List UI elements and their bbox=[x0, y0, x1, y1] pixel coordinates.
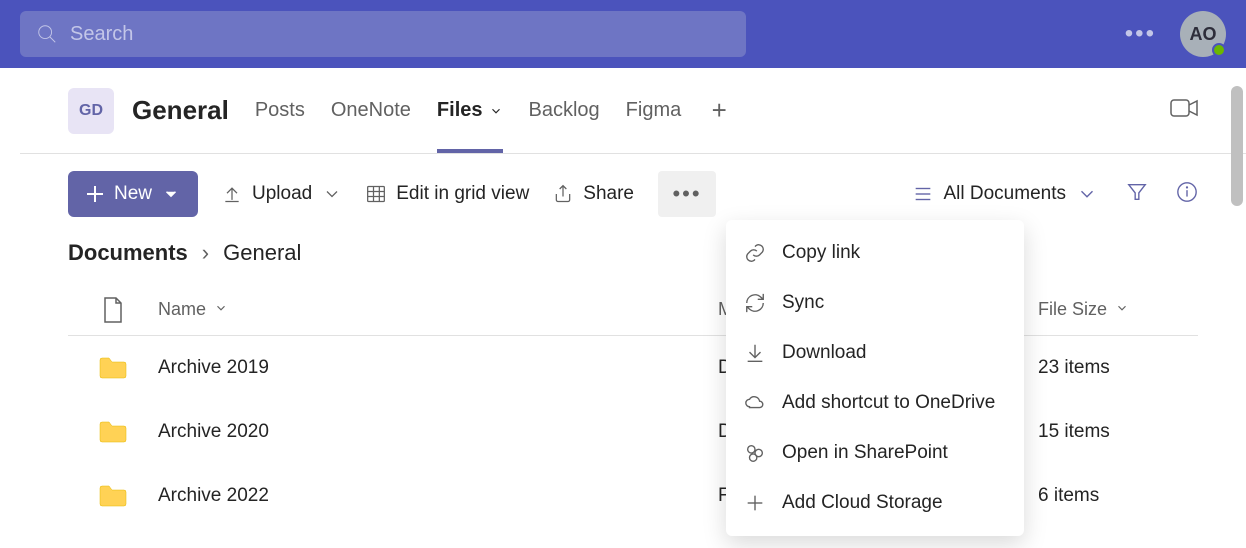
scrollbar[interactable] bbox=[1231, 86, 1243, 206]
menu-label: Download bbox=[782, 342, 867, 364]
tab-posts[interactable]: Posts bbox=[255, 68, 305, 153]
onedrive-icon bbox=[744, 392, 766, 414]
upload-button[interactable]: Upload bbox=[222, 183, 342, 205]
context-menu: Copy link Sync Download Add shortcut to … bbox=[726, 220, 1024, 536]
info-button[interactable] bbox=[1176, 181, 1198, 208]
info-icon bbox=[1176, 181, 1198, 203]
tab-onenote[interactable]: OneNote bbox=[331, 68, 411, 153]
new-button[interactable]: New bbox=[68, 171, 198, 217]
chevron-down-icon bbox=[489, 104, 503, 118]
edit-grid-button[interactable]: Edit in grid view bbox=[366, 183, 529, 205]
chevron-down-icon bbox=[322, 184, 342, 204]
grid-icon bbox=[366, 184, 386, 204]
filter-button[interactable] bbox=[1126, 181, 1148, 208]
column-size-label: File Size bbox=[1038, 299, 1107, 320]
tab-files[interactable]: Files bbox=[437, 68, 503, 153]
list-icon bbox=[912, 183, 934, 205]
search-input[interactable] bbox=[70, 23, 730, 46]
presence-available-icon bbox=[1212, 43, 1226, 57]
avatar[interactable]: AO bbox=[1180, 11, 1226, 57]
channel-icon: GD bbox=[68, 88, 114, 134]
share-label: Share bbox=[583, 183, 634, 205]
table-row[interactable]: Archive 2020 December 15 items bbox=[68, 400, 1198, 464]
more-actions-button[interactable]: ••• bbox=[658, 171, 716, 217]
view-label: All Documents bbox=[944, 183, 1067, 205]
download-icon bbox=[744, 342, 766, 364]
row-size: 23 items bbox=[1038, 357, 1198, 379]
plus-icon bbox=[744, 492, 766, 514]
menu-add-cloud[interactable]: Add Cloud Storage bbox=[726, 478, 1024, 528]
link-icon bbox=[744, 242, 766, 264]
column-name[interactable]: Name bbox=[158, 299, 718, 320]
upload-icon bbox=[222, 184, 242, 204]
row-size: 15 items bbox=[1038, 421, 1198, 443]
tab-files-label: Files bbox=[437, 99, 483, 122]
chevron-down-icon bbox=[1076, 183, 1098, 205]
menu-open-sharepoint[interactable]: Open in SharePoint bbox=[726, 428, 1024, 478]
add-tab-button[interactable]: + bbox=[707, 99, 731, 123]
upload-label: Upload bbox=[252, 183, 312, 205]
menu-sync[interactable]: Sync bbox=[726, 278, 1024, 328]
channel-header: GD General Posts OneNote Files Backlog F… bbox=[20, 68, 1246, 154]
row-name: Archive 2022 bbox=[158, 485, 718, 507]
table-header: Name Modified File Size bbox=[68, 284, 1198, 336]
column-name-label: Name bbox=[158, 299, 206, 320]
search-icon bbox=[36, 23, 58, 45]
plus-icon bbox=[86, 185, 104, 203]
video-icon bbox=[1170, 97, 1198, 119]
tab-figma[interactable]: Figma bbox=[626, 68, 682, 153]
channel-name: General bbox=[132, 95, 229, 126]
folder-icon bbox=[98, 484, 128, 508]
sync-icon bbox=[744, 292, 766, 314]
more-icon[interactable]: ••• bbox=[1125, 20, 1156, 48]
search-box[interactable] bbox=[20, 11, 746, 57]
avatar-initials: AO bbox=[1190, 24, 1217, 45]
breadcrumb-current: General bbox=[223, 240, 301, 266]
row-name: Archive 2019 bbox=[158, 357, 718, 379]
menu-label: Add Cloud Storage bbox=[782, 492, 943, 514]
tab-backlog[interactable]: Backlog bbox=[529, 68, 600, 153]
view-selector-button[interactable]: All Documents bbox=[912, 183, 1099, 205]
table-row[interactable]: Archive 2019 December 23 items bbox=[68, 336, 1198, 400]
menu-label: Open in SharePoint bbox=[782, 442, 948, 464]
new-label: New bbox=[114, 183, 152, 205]
breadcrumb: Documents › General bbox=[0, 228, 1246, 284]
menu-label: Copy link bbox=[782, 242, 860, 264]
meet-button[interactable] bbox=[1170, 97, 1198, 124]
edit-grid-label: Edit in grid view bbox=[396, 183, 529, 205]
menu-label: Add shortcut to OneDrive bbox=[782, 392, 995, 414]
column-size[interactable]: File Size bbox=[1038, 299, 1198, 320]
files-toolbar: New Upload Edit in grid view Share ••• A… bbox=[0, 160, 1246, 228]
share-icon bbox=[553, 184, 573, 204]
folder-icon bbox=[98, 356, 128, 380]
table-row[interactable]: Archive 2022 February 6 items bbox=[68, 464, 1198, 528]
chevron-right-icon: › bbox=[202, 240, 209, 266]
top-bar: ••• AO bbox=[0, 0, 1246, 68]
row-name: Archive 2020 bbox=[158, 421, 718, 443]
menu-label: Sync bbox=[782, 292, 824, 314]
menu-add-shortcut[interactable]: Add shortcut to OneDrive bbox=[726, 378, 1024, 428]
file-type-icon bbox=[101, 296, 125, 324]
chevron-down-icon bbox=[1115, 301, 1129, 315]
sharepoint-icon bbox=[744, 442, 766, 464]
share-button[interactable]: Share bbox=[553, 183, 634, 205]
breadcrumb-root[interactable]: Documents bbox=[68, 240, 188, 266]
menu-copy-link[interactable]: Copy link bbox=[726, 228, 1024, 278]
chevron-down-icon bbox=[162, 185, 180, 203]
menu-download[interactable]: Download bbox=[726, 328, 1024, 378]
files-table: Name Modified File Size Archive 2019 Dec… bbox=[0, 284, 1246, 528]
filter-icon bbox=[1126, 181, 1148, 203]
folder-icon bbox=[98, 420, 128, 444]
row-size: 6 items bbox=[1038, 485, 1198, 507]
chevron-down-icon bbox=[214, 301, 228, 315]
